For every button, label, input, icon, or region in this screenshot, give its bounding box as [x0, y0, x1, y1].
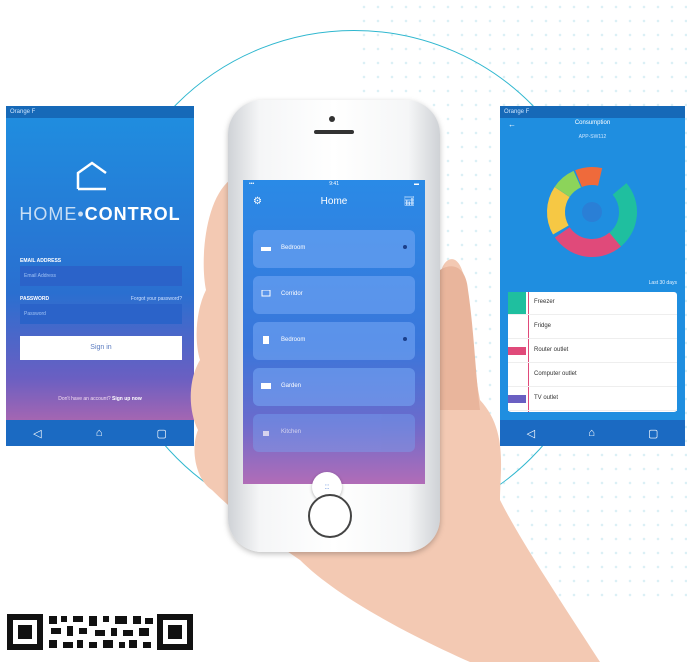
- iphone-device: ••• 9:41 ▬ ⚙ Home 📊︎ Bedroom Corridor Be…: [228, 100, 440, 552]
- room-card-bedroom[interactable]: Bedroom: [253, 230, 415, 268]
- earpiece-speaker: [314, 130, 354, 134]
- tv-icon: [261, 383, 271, 389]
- page-title: Home: [320, 196, 348, 207]
- front-camera: [329, 116, 335, 122]
- monitor-icon: [261, 290, 271, 297]
- status-dot: [403, 337, 407, 341]
- room-card-bedroom-2[interactable]: Bedroom: [253, 322, 415, 360]
- qr-code-graphic: [7, 614, 193, 650]
- room-card-garden[interactable]: Garden: [253, 368, 415, 406]
- signal-icon: •••: [249, 181, 255, 187]
- stats-chart-icon[interactable]: 📊︎: [404, 196, 415, 207]
- lock-icon: [263, 431, 269, 436]
- square-icon: [263, 336, 269, 344]
- battery-icon: ▬: [414, 181, 419, 187]
- status-dot: [403, 245, 407, 249]
- bed-icon: [261, 247, 271, 251]
- room-card-kitchen[interactable]: Kitchen: [253, 414, 415, 452]
- room-card-corridor[interactable]: Corridor: [253, 276, 415, 314]
- status-bar: ••• 9:41 ▬: [243, 180, 425, 192]
- home-button[interactable]: [308, 494, 352, 538]
- clock: 9:41: [329, 181, 339, 187]
- home-screen: ••• 9:41 ▬ ⚙ Home 📊︎ Bedroom Corridor Be…: [243, 180, 425, 484]
